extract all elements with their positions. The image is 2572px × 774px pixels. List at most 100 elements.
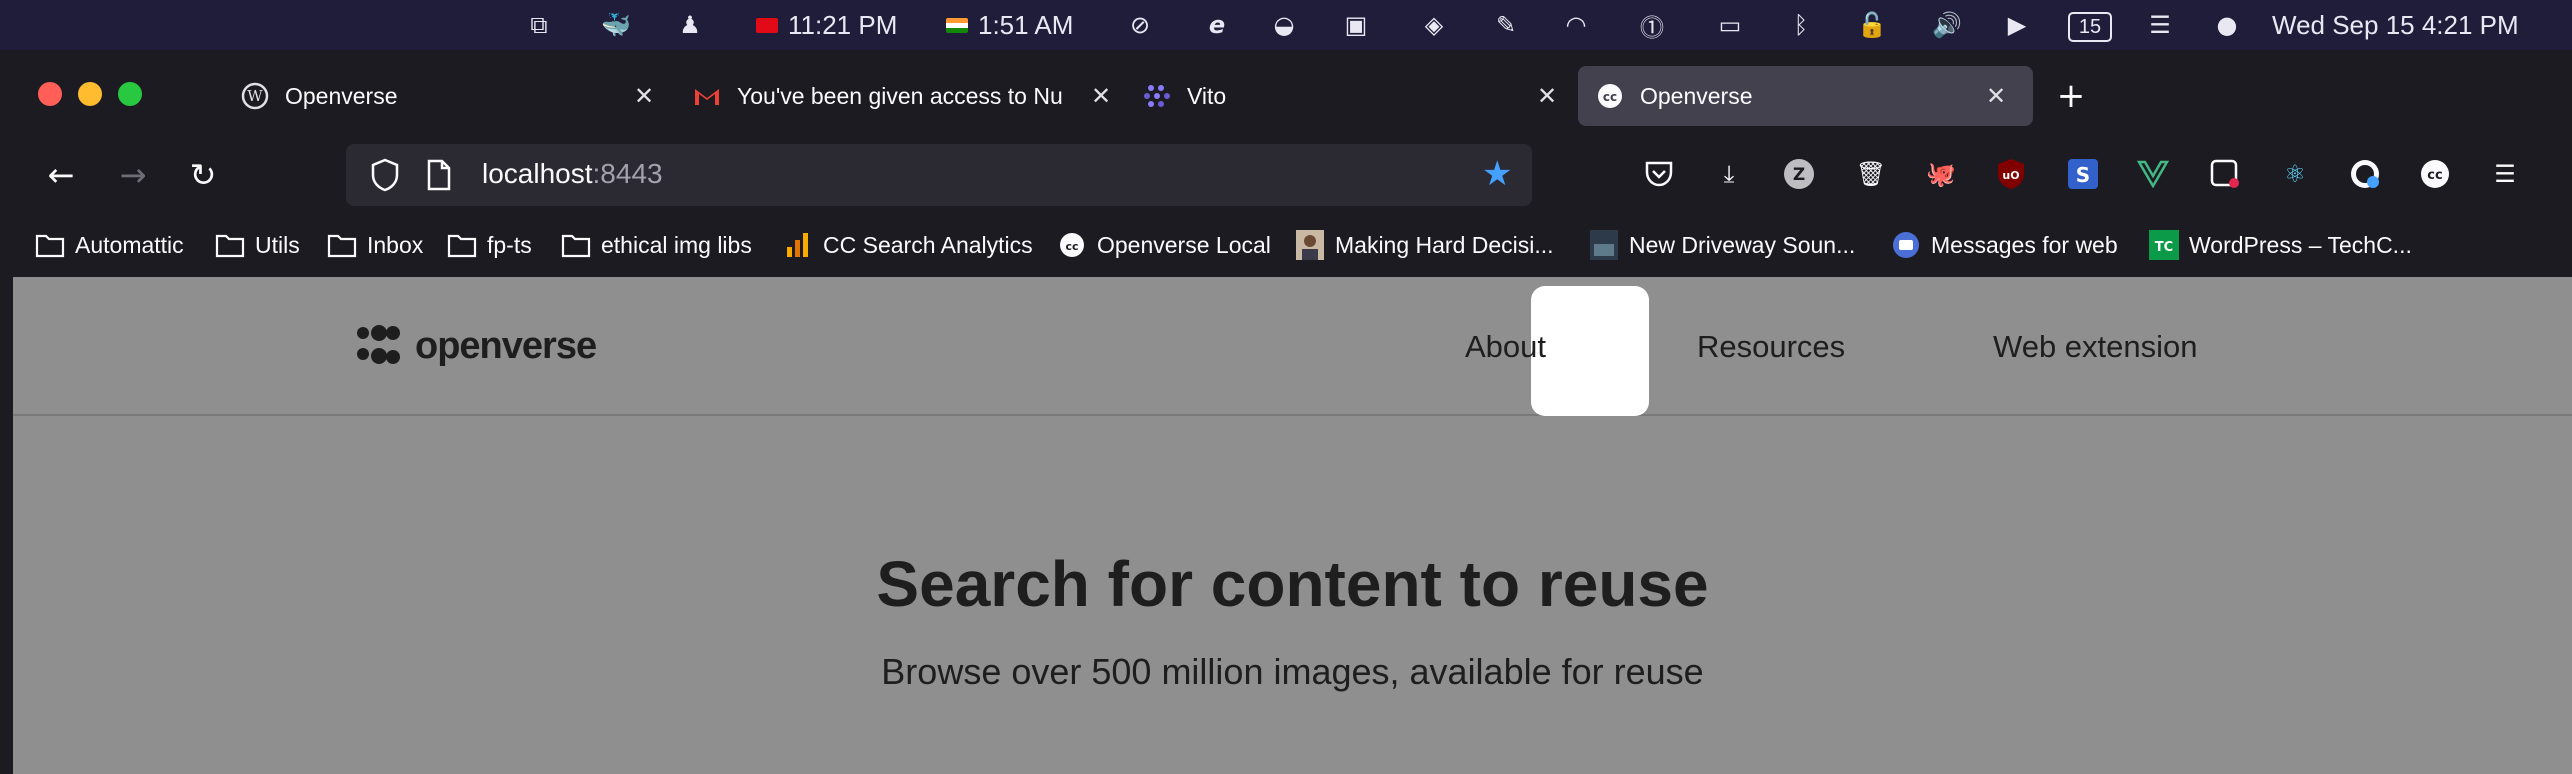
bookmark-label: ethical img libs [601, 231, 752, 258]
clock-in-time: 1:51 AM [978, 9, 1074, 40]
calendar-day: 15 [2078, 15, 2102, 38]
folder-icon [35, 231, 65, 259]
creative-commons-extension-icon[interactable]: cc [2419, 158, 2451, 190]
world-clock-india[interactable]: 1:51 AM [946, 8, 1073, 42]
minimize-window-button[interactable] [78, 82, 102, 106]
world-clock-turkey[interactable]: 11:21 PM [756, 8, 897, 42]
ublock-icon[interactable]: uO [1995, 158, 2027, 190]
tab-gmail[interactable]: You've been given access to Nu ✕ [693, 66, 1123, 126]
bookmark-star-icon[interactable]: ★ [1482, 154, 1512, 194]
analytics-icon [783, 231, 813, 259]
messages-icon [1891, 231, 1921, 259]
openverse-logo[interactable]: openverse [355, 322, 597, 370]
bookmark-folder-automattic[interactable]: Automattic [35, 229, 184, 261]
reload-button[interactable]: ↻ [183, 156, 223, 194]
window-switcher-icon[interactable]: ⧉ [522, 8, 556, 42]
profile-extension-icon[interactable] [2349, 158, 2381, 190]
site-header: openverse About Resources Web extension [13, 277, 2572, 416]
tab-title: Vito [1187, 82, 1227, 109]
url-text[interactable]: localhost:8443 [482, 158, 663, 190]
bookmark-label: WordPress – TechC... [2189, 231, 2412, 258]
react-devtools-icon[interactable]: ⚛ [2279, 158, 2311, 190]
docker-icon[interactable]: 🐳 [596, 8, 636, 42]
gmail-icon [693, 82, 721, 110]
bookmark-label: fp-ts [487, 231, 532, 258]
control-center-icon[interactable]: ☰ [2142, 8, 2178, 42]
nav-about-link[interactable]: About [1465, 329, 1546, 365]
menubar-datetime[interactable]: Wed Sep 15 4:21 PM [2272, 8, 2519, 42]
forward-button[interactable]: → [113, 156, 153, 194]
wifi-icon[interactable]: ◠ [1556, 8, 1596, 42]
bookmark-cc-search-analytics[interactable]: CC Search Analytics [783, 229, 1033, 261]
calendar-badge[interactable]: 15 [2068, 12, 2112, 42]
back-button[interactable]: ← [41, 156, 81, 194]
bookmark-new-driveway-sound[interactable]: New Driveway Soun... [1589, 229, 1855, 261]
close-window-button[interactable] [38, 82, 62, 106]
zotero-icon[interactable]: Z [1783, 158, 1815, 190]
close-tab-icon[interactable]: ✕ [1986, 82, 2006, 110]
one-password-icon[interactable]: ⓵ [1634, 8, 1670, 42]
folder-icon [215, 231, 245, 259]
bookmark-folder-utils[interactable]: Utils [215, 229, 300, 261]
zoom-window-button[interactable] [118, 82, 142, 106]
creative-commons-icon: cc [1057, 231, 1087, 259]
svg-text:Z: Z [1793, 165, 1805, 185]
bookmark-folder-inbox[interactable]: Inbox [327, 229, 423, 261]
close-tab-icon[interactable]: ✕ [1091, 82, 1111, 110]
bookmark-folder-ethical-img-libs[interactable]: ethical img libs [561, 229, 752, 261]
battery-icon[interactable]: ▭ [1706, 8, 1754, 42]
screenshot-icon[interactable] [2209, 158, 2241, 190]
bookmark-label: Making Hard Decisi... [1335, 231, 1554, 258]
trash-icon[interactable]: 🗑 [1855, 158, 1887, 190]
pocket-icon[interactable] [1643, 158, 1675, 190]
folder-icon [561, 231, 591, 259]
bluetooth-icon[interactable]: ᛒ [1786, 8, 1816, 42]
turkey-flag-icon [756, 17, 778, 33]
nav-web-extension-link[interactable]: Web extension [1993, 329, 2198, 365]
hamburger-menu-icon[interactable]: ☰ [2489, 158, 2521, 190]
new-tab-button[interactable]: + [2049, 66, 2093, 126]
nav-resources-link[interactable]: Resources [1697, 329, 1845, 365]
techcrunch-icon: TC [2149, 230, 2179, 260]
bookmark-label: Automattic [75, 231, 184, 258]
siri-icon[interactable]: ● [2210, 8, 2244, 42]
e-app-icon[interactable]: e [1200, 8, 1234, 42]
tab-openverse-active[interactable]: cc Openverse ✕ [1578, 66, 2033, 126]
bookmark-label: Inbox [367, 231, 424, 258]
india-flag-icon [946, 17, 968, 33]
wordpress-icon: W [241, 82, 269, 110]
close-tab-icon[interactable]: ✕ [634, 82, 654, 110]
bookmark-label: Utils [255, 231, 300, 258]
folder-icon [327, 231, 357, 259]
git-diamond-icon[interactable]: ◈ [1416, 8, 1452, 42]
svg-text:TC: TC [2155, 240, 2173, 255]
pen-tool-icon[interactable]: ✎ [1488, 8, 1524, 42]
tab-openverse-1[interactable]: W Openverse ✕ [241, 66, 671, 126]
unlock-icon[interactable]: 🔓 [1854, 8, 1890, 42]
shield-icon[interactable] [370, 158, 400, 197]
bookmark-openverse-local[interactable]: cc Openverse Local [1057, 229, 1271, 261]
bookmark-folder-fp-ts[interactable]: fp-ts [447, 229, 532, 261]
creative-commons-icon: cc [1596, 82, 1624, 110]
simplenote-icon[interactable]: S [2067, 158, 2099, 190]
downloads-icon[interactable]: ⤓ [1713, 158, 1745, 190]
vue-devtools-icon[interactable] [2137, 158, 2169, 190]
bookmark-wordpress-techc[interactable]: TC WordPress – TechC... [2149, 229, 2412, 261]
url-bar[interactable]: localhost:8443 ★ [346, 144, 1532, 206]
camera-icon[interactable]: ▣ [1338, 8, 1374, 42]
volume-icon[interactable]: 🔊 [1928, 8, 1966, 42]
close-tab-icon[interactable]: ✕ [1537, 82, 1557, 110]
openverse-logo-icon [357, 325, 400, 364]
hyper-app-icon[interactable]: ♟ [672, 8, 708, 42]
tab-vito[interactable]: Vito ✕ [1143, 66, 1573, 126]
play-icon[interactable]: ▶ [2000, 8, 2034, 42]
page-info-icon[interactable] [426, 159, 452, 196]
bookmark-making-hard-decisions[interactable]: Making Hard Decisi... [1295, 229, 1554, 261]
github-icon[interactable]: 🐙 [1925, 158, 1957, 190]
bookmark-label: CC Search Analytics [823, 231, 1033, 258]
half-circle-icon[interactable]: ◒ [1266, 8, 1302, 42]
bookmark-messages-for-web[interactable]: Messages for web [1891, 229, 2118, 261]
compass-icon[interactable]: ⊘ [1122, 8, 1158, 42]
svg-text:cc: cc [1603, 90, 1617, 104]
tab-title: Openverse [285, 82, 398, 109]
